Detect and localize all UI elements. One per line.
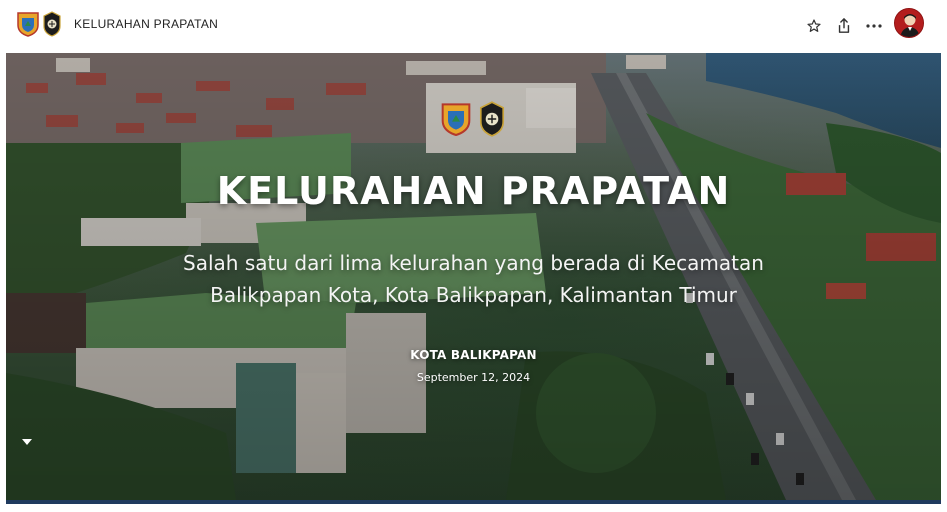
hero-subtitle: Salah satu dari lima kelurahan yang bera… [126,247,821,311]
hero-accent-bar [6,500,941,504]
hero-subtitle-line-2: Balikpapan Kota, Kota Balikpapan, Kalima… [210,283,737,307]
seal-emblem-icon [479,101,505,137]
share-icon[interactable] [832,14,856,38]
hero-title: KELURAHAN PRAPATAN [216,169,731,213]
user-avatar[interactable] [894,8,924,38]
hero-logos [440,97,510,141]
site-title[interactable]: KELURAHAN PRAPATAN [74,17,218,31]
top-bar: KELURAHAN PRAPATAN [0,0,947,52]
hero-banner: KELURAHAN PRAPATAN Salah satu dari lima … [6,53,941,500]
hero-subtitle-line-1: Salah satu dari lima kelurahan yang bera… [183,251,764,275]
city-emblem-icon [441,103,471,137]
seal-emblem-icon[interactable] [42,11,62,37]
chevron-down-icon[interactable] [21,434,33,445]
hero-content: KELURAHAN PRAPATAN Salah satu dari lima … [6,53,941,500]
city-emblem-icon[interactable] [16,11,40,37]
star-icon[interactable] [802,14,826,38]
hero-date: September 12, 2024 [416,371,531,384]
hero-location: KOTA BALIKPAPAN [410,348,537,362]
more-dots-icon[interactable] [862,14,886,38]
